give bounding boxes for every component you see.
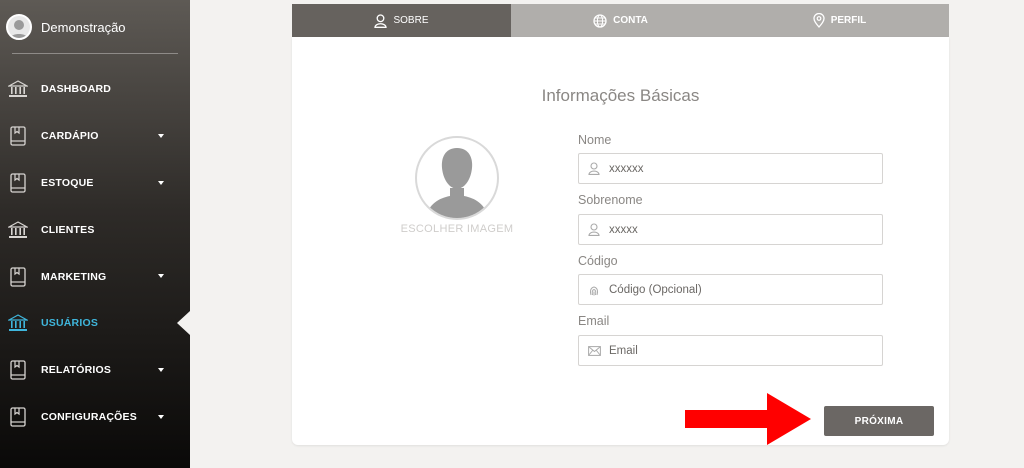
sidebar-nav: DASHBOARD CARDÁPIO ESTOQUE CLIENTES MARK… [0, 66, 190, 440]
book-icon [7, 125, 29, 147]
sidebar-item-marketing[interactable]: MARKETING [0, 253, 190, 300]
bank-icon [7, 312, 29, 334]
bank-icon [7, 78, 29, 100]
sidebar-item-label: ESTOQUE [41, 176, 94, 189]
sidebar-item-cardapio[interactable]: CARDÁPIO [0, 113, 190, 160]
form-title: Informações Básicas [541, 86, 700, 105]
email-label: Email [578, 314, 610, 328]
globe-icon [593, 13, 607, 28]
tab-perfil[interactable]: PERFIL [730, 4, 949, 37]
sidebar-item-label: MARKETING [41, 270, 107, 283]
nome-input[interactable] [609, 154, 882, 183]
form-card: Informações Básicas ESCOLHER IMAGEM Nome… [292, 37, 949, 445]
photo-picker[interactable] [415, 136, 499, 220]
book-icon [7, 266, 29, 288]
avatar-silhouette-icon [9, 20, 29, 38]
bank-icon [7, 219, 29, 241]
sidebar-divider [12, 53, 178, 54]
caret-down-icon [158, 133, 164, 138]
user-profile[interactable]: Demonstração [0, 0, 190, 54]
next-button[interactable]: PRÓXIMA [824, 406, 934, 436]
book-icon [7, 359, 29, 381]
email-field[interactable] [578, 335, 883, 366]
codigo-field[interactable] [578, 274, 883, 305]
codigo-label: Código [578, 254, 618, 268]
sidebar-item-label: CLIENTES [41, 223, 95, 236]
tab-conta[interactable]: CONTA [511, 4, 730, 37]
sobrenome-input[interactable] [609, 215, 882, 244]
sidebar-item-clientes[interactable]: CLIENTES [0, 206, 190, 253]
sobrenome-field[interactable] [578, 214, 883, 245]
sidebar-item-label: USUÁRIOS [41, 317, 99, 330]
sidebar-item-relatorios[interactable]: RELATÓRIOS [0, 347, 190, 394]
wizard-tabs: SOBRE CONTA PERFIL [292, 4, 949, 37]
active-item-pointer [177, 311, 190, 335]
sidebar-item-label: DASHBOARD [41, 83, 112, 96]
choose-image-label[interactable]: ESCOLHER IMAGEM [372, 223, 542, 235]
sidebar-item-estoque[interactable]: ESTOQUE [0, 160, 190, 207]
nome-label: Nome [578, 133, 612, 147]
user-name: Demonstração [41, 19, 126, 35]
sidebar-item-label: CONFIGURAÇÕES [41, 410, 137, 423]
book-icon [7, 406, 29, 428]
sidebar-item-dashboard[interactable]: DASHBOARD [0, 66, 190, 113]
user-icon [374, 13, 388, 28]
user-avatar[interactable] [6, 14, 32, 40]
caret-down-icon [158, 180, 164, 185]
tab-label: CONTA [613, 15, 648, 26]
location-pin-icon [813, 13, 825, 28]
red-arrow [685, 393, 811, 445]
avatar-placeholder-icon [425, 148, 489, 218]
tab-sobre[interactable]: SOBRE [292, 4, 511, 37]
caret-down-icon [158, 274, 164, 279]
sidebar: Demonstração DASHBOARD CARDÁPIO ESTOQUE [0, 0, 190, 468]
fingerprint-icon [587, 283, 601, 297]
user-icon [587, 223, 601, 237]
sidebar-item-label: CARDÁPIO [41, 130, 99, 143]
user-icon [587, 162, 601, 176]
sidebar-item-label: RELATÓRIOS [41, 364, 112, 377]
codigo-input[interactable] [609, 275, 882, 304]
nome-field[interactable] [578, 153, 883, 184]
tab-label: SOBRE [393, 15, 429, 26]
tab-label: PERFIL [830, 15, 867, 26]
envelope-icon [587, 344, 601, 358]
sidebar-item-usuarios[interactable]: USUÁRIOS [0, 300, 190, 347]
sobrenome-label: Sobrenome [578, 193, 643, 207]
book-icon [7, 172, 29, 194]
sidebar-item-configuracoes[interactable]: CONFIGURAÇÕES [0, 394, 190, 441]
caret-down-icon [158, 414, 164, 419]
email-input[interactable] [609, 336, 882, 365]
caret-down-icon [158, 367, 164, 372]
